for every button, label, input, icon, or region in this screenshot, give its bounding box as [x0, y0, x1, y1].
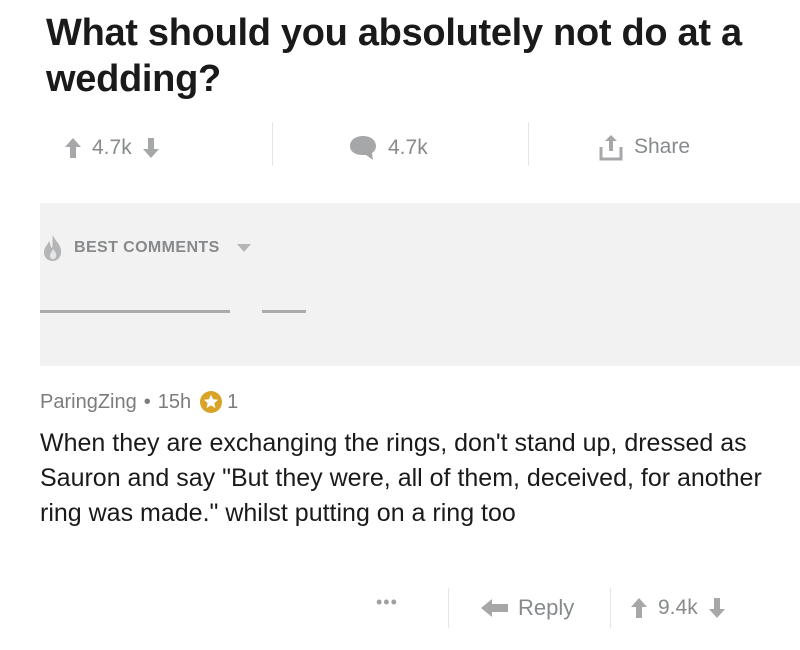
comment-actions: ••• Reply 9.4k [40, 588, 800, 628]
share-button[interactable]: Share [598, 130, 700, 164]
post-title: What should you absolutely not do at a w… [46, 12, 742, 100]
reply-arrow-icon [480, 597, 510, 619]
comment-vote-group: 9.4k [630, 590, 726, 626]
comment-author[interactable]: ParingZing [40, 391, 137, 414]
sort-label: BEST COMMENTS [74, 239, 220, 256]
post-action-bar: 4.7k 4.7k Share [40, 118, 760, 178]
comment-meta: ParingZing • 15h 1 [40, 386, 238, 418]
comment-score: 9.4k [658, 596, 698, 619]
comment-card: ParingZing • 15h 1 When they are exchang… [40, 366, 800, 650]
downvote-arrow-icon[interactable] [142, 137, 160, 159]
more-options-button[interactable]: ••• [376, 592, 398, 613]
action-divider [528, 122, 529, 166]
comment-sort-dropdown[interactable]: BEST COMMENTS [40, 226, 252, 270]
share-icon [598, 133, 624, 161]
award-count: 1 [227, 390, 239, 413]
upvote-arrow-icon[interactable] [64, 137, 82, 159]
speech-bubble-icon [348, 134, 378, 162]
post-page: What should you absolutely not do at a w… [0, 0, 800, 650]
reply-button[interactable]: Reply [480, 590, 574, 626]
action-divider [272, 122, 273, 166]
comment-action-divider [610, 588, 611, 628]
caret-down-icon [236, 243, 252, 253]
comment-age: 15h [157, 390, 192, 413]
post-vote-group: 4.7k [64, 132, 160, 164]
comment-upvote-arrow-icon[interactable] [630, 597, 648, 619]
comment-count: 4.7k [388, 136, 428, 159]
share-label: Share [634, 135, 691, 158]
comment-body: When they are exchanging the rings, don'… [40, 429, 762, 527]
clipped-comment-row [40, 304, 800, 316]
flame-icon [40, 234, 66, 262]
comment-downvote-arrow-icon[interactable] [708, 597, 726, 619]
reply-label: Reply [518, 595, 575, 620]
award-star-icon[interactable] [199, 390, 223, 414]
post-comments-button[interactable]: 4.7k [348, 132, 438, 164]
post-score: 4.7k [92, 136, 132, 159]
meta-separator: • [143, 390, 151, 413]
comment-action-divider [448, 588, 449, 628]
